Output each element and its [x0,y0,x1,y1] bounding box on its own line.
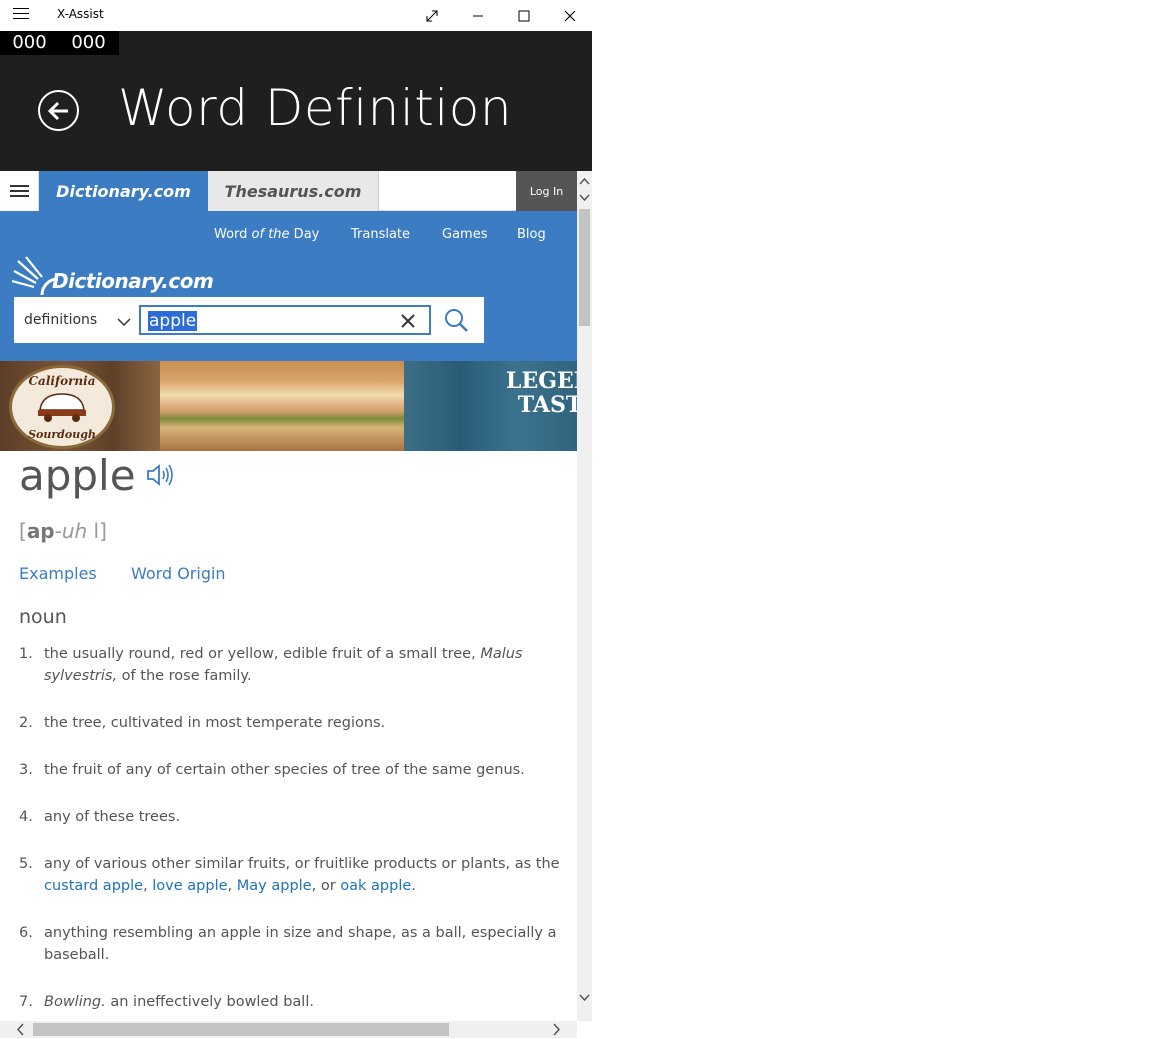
def-text: anything resembling an apple in size and… [44,925,557,963]
title-bar: X-Assist [0,0,592,31]
def-text-part: any of various other similar fruits, or … [44,856,560,872]
back-arrow-icon[interactable] [38,90,79,131]
site-header: Word of the Day Translate Games Blog Dic… [0,211,577,361]
close-icon[interactable] [547,0,593,31]
login-button[interactable]: Log In [516,171,577,211]
def-number: 3. [19,762,33,778]
link-may-apple[interactable]: May apple [237,878,312,894]
link-oak-apple[interactable]: oak apple [340,878,411,894]
vertical-scroll-thumb[interactable] [579,209,590,326]
pron-close: ] [99,519,107,543]
maximize-icon[interactable] [501,0,547,31]
wagon-icon [38,393,86,422]
def-text: the tree, cultivated in most temperate r… [44,715,386,731]
def-text: the usually round, red or yellow, edible… [44,643,564,687]
def-text: Bowling. an ineffectively bowled ball. [44,991,564,1013]
app-menu-icon[interactable] [13,8,29,22]
minimize-icon[interactable] [455,0,501,31]
nav-wotd-suffix: Day [289,227,320,242]
link-custard-apple[interactable]: custard apple [44,878,143,894]
definition-list: 1. the usually round, red or yellow, edi… [19,643,564,1038]
word-origin-link[interactable]: Word Origin [131,564,226,583]
scroll-up-icon[interactable] [577,175,592,205]
scroll-left-icon[interactable] [14,1021,28,1038]
search-mode-select[interactable]: definitions [24,312,97,328]
def-sep: . [411,878,416,894]
list-item: 7. Bowling. an ineffectively bowled ball… [19,991,564,1013]
expand-icon[interactable] [409,0,455,31]
ad-sandwich-image [160,361,404,451]
def-text-italic: Bowling. [44,994,106,1010]
def-number: 1. [19,646,33,662]
counter-right: 000 [71,32,106,53]
list-item: 6. anything resembling an apple in size … [19,922,564,966]
part-of-speech: noun [19,606,67,628]
pron-open: [ [19,519,27,543]
nav-translate[interactable]: Translate [351,227,410,242]
window-title: X-Assist [57,7,104,21]
pron-italic: uh [61,519,88,543]
pron-sep: - [54,519,62,543]
horizontal-scrollbar[interactable] [0,1021,577,1038]
list-item: 1. the usually round, red or yellow, edi… [19,643,564,687]
def-sep: , [143,878,153,894]
counter-left: 000 [12,32,47,53]
list-item: 2. the tree, cultivated in most temperat… [19,712,564,734]
headword: apple [19,451,136,500]
list-item: 4. any of these trees. [19,806,564,828]
def-text-part: an ineffectively bowled ball. [105,994,314,1010]
app-header: 000 000 Word Definition [0,31,592,171]
pronunciation: [ap-uh l] [19,519,107,543]
search-bar: definitions apple [14,297,484,343]
nav-blog[interactable]: Blog [517,227,546,242]
search-icon[interactable] [443,307,469,337]
def-text: any of various other similar fruits, or … [44,853,564,897]
page-title: Word Definition [118,79,513,137]
def-sep: , [227,878,237,894]
search-input-value: apple [148,311,198,331]
site-logo[interactable]: Dictionary.com [11,255,214,299]
list-item: 3. the fruit of any of certain other spe… [19,759,564,781]
tab-thesaurus[interactable]: Thesaurus.com [208,171,379,211]
ad-banner[interactable]: California Sourdough LEGEN TAST [0,361,592,451]
clear-icon[interactable] [401,313,415,332]
vertical-scrollbar[interactable] [577,171,592,1021]
web-view: Dictionary.com Thesaurus.com Log In Word… [0,171,592,1039]
def-sep: , or [311,878,341,894]
scroll-right-icon[interactable] [549,1021,563,1038]
def-number: 2. [19,715,33,731]
counter-display: 000 000 [0,31,119,55]
ad-badge-top: California [28,374,96,388]
link-love-apple[interactable]: love apple [152,878,227,894]
nav-wotd-em: of the [251,227,290,242]
def-text-part: the usually round, red or yellow, edible… [44,646,481,662]
def-number: 7. [19,994,33,1010]
def-number: 5. [19,856,33,872]
pron-stressed: ap [26,519,55,543]
def-number: 4. [19,809,33,825]
site-menu-icon[interactable] [0,171,39,211]
def-text: any of these trees. [44,809,181,825]
scroll-down-icon[interactable] [577,992,592,1004]
site-tab-bar: Dictionary.com Thesaurus.com Log In [0,171,577,211]
examples-link[interactable]: Examples [19,564,97,583]
nav-games[interactable]: Games [442,227,487,242]
horizontal-scroll-thumb[interactable] [33,1023,449,1036]
speaker-icon[interactable] [146,463,174,491]
logo-text: Dictionary.com [52,269,214,293]
ad-badge-bottom: Sourdough [28,428,96,441]
tab-dictionary[interactable]: Dictionary.com [39,171,208,211]
nav-wotd-prefix: Word [214,227,252,242]
def-number: 6. [19,925,33,941]
def-text-part: of the rose family. [117,668,252,684]
list-item: 5. any of various other similar fruits, … [19,853,564,897]
ad-badge: California Sourdough [9,365,115,449]
def-text: the fruit of any of certain other specie… [44,762,525,778]
pron-rest: l [87,519,100,543]
nav-word-of-the-day[interactable]: Word of the Day [214,227,319,242]
definition-content: apple [ap-uh l] Examples Word Origin nou… [0,451,577,1021]
chevron-down-icon[interactable] [117,312,131,331]
search-input[interactable]: apple [139,305,431,335]
